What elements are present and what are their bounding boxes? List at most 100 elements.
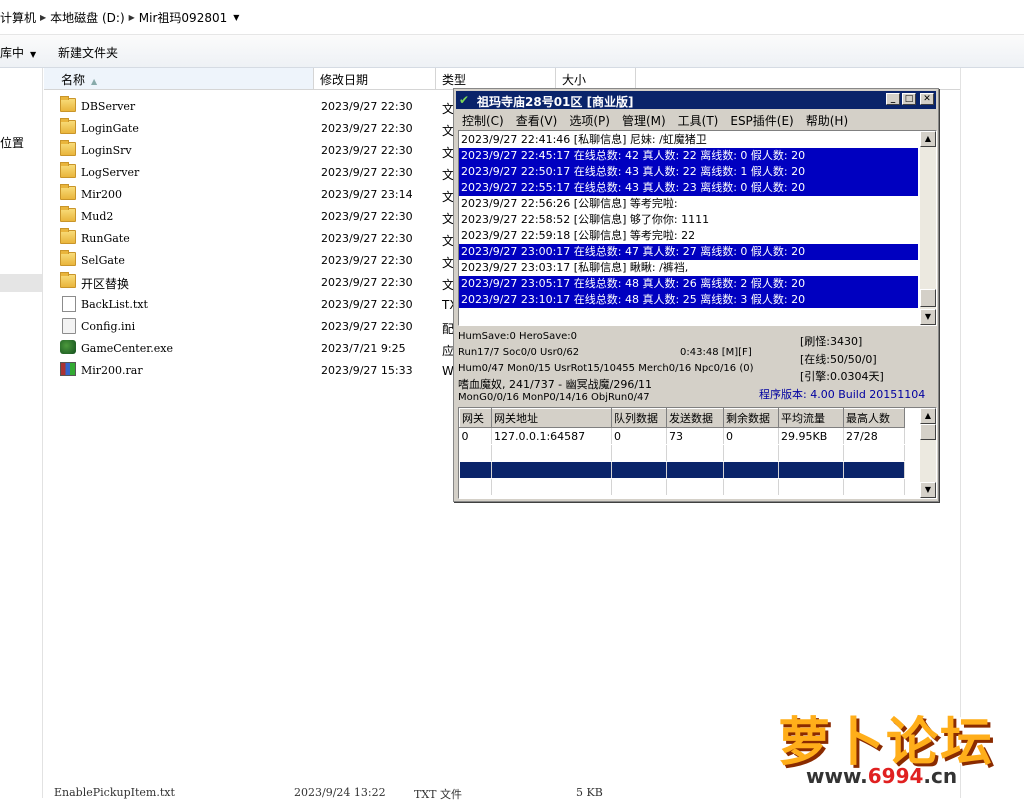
log-scrollbar[interactable]: ▲ ▼ <box>920 131 936 325</box>
scroll-thumb[interactable] <box>920 289 936 307</box>
menu-help[interactable]: 帮助(H) <box>800 110 854 128</box>
column-header-type[interactable]: 类型 <box>436 68 556 89</box>
nav-selected-item[interactable] <box>0 274 42 292</box>
file-name: RunGate <box>81 232 130 245</box>
log-line: 2023/9/27 23:00:17 在线总数: 47 真人数: 27 离线数:… <box>459 244 918 260</box>
stat-refresh: [刷怪:3430] <box>800 335 863 348</box>
watermark-url: www.6994.cn <box>806 764 958 788</box>
file-type: TXT 文件 <box>414 788 463 801</box>
file-row[interactable]: BackList.txt 2023/9/27 22:30 TX <box>44 293 464 315</box>
file-name: LoginGate <box>81 122 139 135</box>
table-row[interactable]: 0 127.0.0.1:64587 0 73 0 29.95KB 27/28 <box>459 427 905 445</box>
gateway-table: 网关 网关地址 队列数据 发送数据 剩余数据 平均流量 最高人数 0 127.0… <box>458 407 937 499</box>
menu-options[interactable]: 选项(P) <box>563 110 616 128</box>
file-date: 2023/7/21 9:25 <box>321 342 406 355</box>
file-date: 2023/9/27 22:30 <box>321 320 413 333</box>
file-row[interactable]: Mir200.rar 2023/9/27 15:33 Wi <box>44 359 464 381</box>
scroll-down-icon[interactable]: ▼ <box>920 482 936 498</box>
table-row-selected[interactable] <box>459 461 905 479</box>
column-header-date[interactable]: 修改日期 <box>314 68 436 89</box>
col-queue-data[interactable]: 队列数据 <box>611 408 667 428</box>
scroll-up-icon[interactable]: ▲ <box>920 131 936 147</box>
minimize-button[interactable]: _ <box>886 93 900 105</box>
stat-mon-groups: MonG0/0/16 MonP0/14/16 ObjRun0/47 <box>458 392 650 403</box>
column-header-name[interactable]: 名称 ▲ <box>44 68 314 89</box>
file-name: BackList.txt <box>81 298 148 311</box>
log-line: 2023/9/27 23:05:17 在线总数: 48 真人数: 26 离线数:… <box>459 276 918 292</box>
file-row[interactable]: Mir200 2023/9/27 23:14 文 <box>44 183 464 205</box>
include-in-library-button[interactable]: 库中 ▼ <box>0 44 36 61</box>
folder-icon <box>60 184 76 200</box>
file-name: DBServer <box>81 100 136 113</box>
file-date: 2023/9/24 13:22 <box>294 786 386 799</box>
table-scrollbar[interactable]: ▲ ▼ <box>920 408 936 498</box>
stat-run: Run17/7 Soc0/0 Usr0/62 <box>458 347 580 358</box>
file-row[interactable]: Mud2 2023/9/27 22:30 文 <box>44 205 464 227</box>
table-cell: 73 <box>666 427 724 445</box>
command-bar: 库中 ▼ 新建文件夹 <box>0 35 1024 68</box>
chevron-down-icon[interactable]: ▼ <box>233 13 239 22</box>
file-name: 开区替换 <box>81 277 130 291</box>
table-cell: 0 <box>459 427 492 445</box>
stat-uptime: 0:43:48 [M][F] <box>680 347 752 358</box>
log-line: 2023/9/27 22:45:17 在线总数: 42 真人数: 22 离线数:… <box>459 148 918 164</box>
folder-icon <box>60 96 76 112</box>
menu-manage[interactable]: 管理(M) <box>616 110 672 128</box>
file-row[interactable]: GameCenter.exe 2023/7/21 9:25 应 <box>44 337 464 359</box>
file-row[interactable]: SelGate 2023/9/27 22:30 文 <box>44 249 464 271</box>
file-size: 5 KB <box>576 786 603 799</box>
folder-icon <box>60 228 76 244</box>
scroll-thumb[interactable] <box>920 424 936 440</box>
menu-view[interactable]: 查看(V) <box>510 110 564 128</box>
config-file-icon <box>62 318 76 334</box>
log-line: 2023/9/27 22:50:17 在线总数: 43 真人数: 22 离线数:… <box>459 164 918 180</box>
log-line: 2023/9/27 22:59:18 [公聊信息] 等考完啦: 22 <box>461 229 696 242</box>
nav-item-position[interactable]: 位置 <box>0 134 24 151</box>
file-name: GameCenter.exe <box>81 342 173 355</box>
table-row[interactable] <box>459 478 905 496</box>
menu-bar: 控制(C) 查看(V) 选项(P) 管理(M) 工具(T) ESP插件(E) 帮… <box>456 110 936 128</box>
chevron-right-icon[interactable]: ▶ <box>40 13 46 22</box>
chevron-right-icon[interactable]: ▶ <box>129 13 135 22</box>
window-titlebar[interactable]: ✔ 祖玛寺庙28号01区 [商业版] _ □ ✕ <box>456 91 936 109</box>
col-gateway[interactable]: 网关 <box>459 408 492 428</box>
window-title: 祖玛寺庙28号01区 [商业版] <box>477 95 634 109</box>
col-send-data[interactable]: 发送数据 <box>666 408 724 428</box>
menu-esp-plugins[interactable]: ESP插件(E) <box>724 110 799 128</box>
table-cell: 29.95KB <box>778 427 844 445</box>
table-cell: 0 <box>723 427 779 445</box>
file-row[interactable]: LoginGate 2023/9/27 22:30 文 <box>44 117 464 139</box>
table-header-row: 网关 网关地址 队列数据 发送数据 剩余数据 平均流量 最高人数 <box>459 408 905 428</box>
menu-control[interactable]: 控制(C) <box>456 110 510 128</box>
log-panel[interactable]: 2023/9/27 22:41:46 [私聊信息] 尼妹: /虹魔猪卫 2023… <box>458 130 937 326</box>
new-folder-button[interactable]: 新建文件夹 <box>58 44 118 61</box>
file-row[interactable]: LoginSrv 2023/9/27 22:30 文 <box>44 139 464 161</box>
col-gateway-address[interactable]: 网关地址 <box>491 408 612 428</box>
breadcrumb-drive[interactable]: 本地磁盘 (D:) <box>50 9 124 26</box>
maximize-button[interactable]: □ <box>902 93 916 105</box>
breadcrumb-folder[interactable]: Mir祖玛092801 <box>139 9 227 26</box>
scroll-up-icon[interactable]: ▲ <box>920 408 936 424</box>
breadcrumb-computer[interactable]: 计算机 <box>0 9 36 26</box>
status-panel: HumSave:0 HeroSave:0 Run17/7 Soc0/0 Usr0… <box>458 329 937 405</box>
text-file-icon <box>62 296 76 312</box>
col-avg-traffic[interactable]: 平均流量 <box>778 408 844 428</box>
watermark-logo: 萝卜论坛 www.6994.cn <box>778 700 1008 790</box>
stat-engine: [引擎:0.0304天] <box>800 370 884 383</box>
file-row[interactable]: DBServer 2023/9/27 22:30 文 <box>44 95 464 117</box>
file-row[interactable]: 开区替换 2023/9/27 22:30 文 <box>44 271 464 293</box>
col-max-users[interactable]: 最高人数 <box>843 408 905 428</box>
menu-tools[interactable]: 工具(T) <box>672 110 725 128</box>
file-row[interactable]: LogServer 2023/9/27 22:30 文 <box>44 161 464 183</box>
file-date: 2023/9/27 22:30 <box>321 254 413 267</box>
file-row[interactable]: RunGate 2023/9/27 22:30 文 <box>44 227 464 249</box>
close-button[interactable]: ✕ <box>920 93 934 105</box>
file-row[interactable]: Config.ini 2023/9/27 22:30 配 <box>44 315 464 337</box>
address-bar[interactable]: 计算机 ▶ 本地磁盘 (D:) ▶ Mir祖玛092801 ▼ <box>0 0 1024 35</box>
log-line: 2023/9/27 23:10:17 在线总数: 48 真人数: 25 离线数:… <box>459 292 918 308</box>
column-header-size[interactable]: 大小 <box>556 68 636 89</box>
table-row[interactable] <box>459 444 905 462</box>
game-server-window: ✔ 祖玛寺庙28号01区 [商业版] _ □ ✕ 控制(C) 查看(V) 选项(… <box>453 88 939 502</box>
scroll-down-icon[interactable]: ▼ <box>920 309 936 325</box>
col-remaining-data[interactable]: 剩余数据 <box>723 408 779 428</box>
